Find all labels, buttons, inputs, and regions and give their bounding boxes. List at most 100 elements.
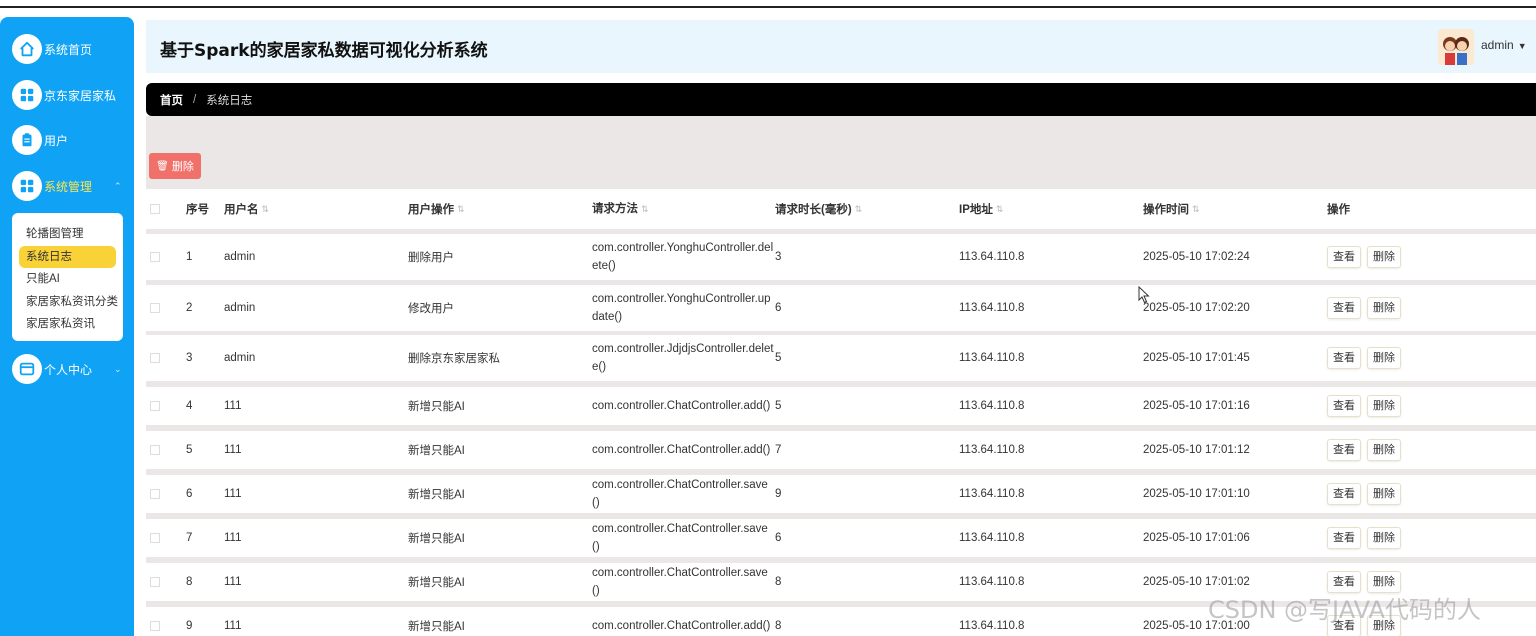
- cell-index: 3: [186, 352, 193, 364]
- submenu-item-news[interactable]: 家居家私资讯: [12, 313, 123, 336]
- header-method[interactable]: 请求方法 ⇅: [592, 189, 774, 229]
- cell-operation: 新增只能AI: [408, 489, 465, 501]
- cell-method: com.controller.YonghuController.delete(): [592, 242, 774, 272]
- cell-time: 2025-05-10 17:01:45: [1143, 352, 1250, 364]
- row-delete-button[interactable]: 删除: [1367, 527, 1401, 549]
- cell-time: 2025-05-10 17:02:20: [1143, 302, 1250, 314]
- row-checkbox[interactable]: [150, 401, 160, 411]
- table-row: 4 111 新增只能AI com.controller.ChatController.…: [146, 387, 1536, 425]
- table-row: 1 admin 删除用户 com.controller.YonghuControlle…: [146, 234, 1536, 280]
- cell-username: 111: [224, 620, 242, 632]
- cell-ip: 113.64.110.8: [959, 532, 1025, 544]
- clipboard-icon: [12, 125, 42, 155]
- breadcrumb-separator: /: [193, 93, 197, 106]
- trash-icon: 🗑: [156, 160, 169, 172]
- grid-icon: [12, 171, 42, 201]
- cell-username: admin: [224, 251, 256, 263]
- header-username[interactable]: 用户名 ⇅: [224, 189, 269, 229]
- sidebar-item-system-management[interactable]: 系统管理 ⌃: [12, 171, 122, 201]
- row-checkbox[interactable]: [150, 489, 160, 499]
- row-checkbox[interactable]: [150, 353, 160, 363]
- cell-time: 2025-05-10 17:01:10: [1143, 488, 1250, 500]
- cell-actions: 查看 删除: [1327, 475, 1407, 513]
- breadcrumb: 首页 / 系统日志: [146, 83, 1536, 116]
- cell-duration: 8: [775, 576, 782, 588]
- cell-method: com.controller.ChatController.save(): [592, 567, 768, 597]
- view-button[interactable]: 查看: [1327, 246, 1361, 268]
- cell-index: 4: [186, 400, 193, 412]
- sidebar-item-users[interactable]: 用户: [12, 125, 68, 155]
- system-management-submenu: 轮播图管理 系统日志 只能AI 家居家私资讯分类 家居家私资讯: [12, 213, 123, 341]
- cell-username: 111: [224, 576, 242, 588]
- row-delete-button[interactable]: 删除: [1367, 439, 1401, 461]
- mouse-cursor-icon: [1138, 285, 1150, 307]
- view-button[interactable]: 查看: [1327, 483, 1361, 505]
- header-ip[interactable]: IP地址 ⇅: [959, 189, 1003, 229]
- header-operation[interactable]: 用户操作 ⇅: [408, 189, 465, 229]
- sidebar-item-label: 个人中心: [44, 362, 93, 377]
- cell-operation: 新增只能AI: [408, 445, 465, 457]
- view-button[interactable]: 查看: [1327, 347, 1361, 369]
- sidebar-item-label: 系统首页: [44, 42, 93, 57]
- header-actions: 操作: [1327, 204, 1350, 216]
- view-button[interactable]: 查看: [1327, 395, 1361, 417]
- cell-index: 2: [186, 302, 193, 314]
- user-menu[interactable]: admin ▼: [1481, 38, 1527, 52]
- sidebar-item-label: 京东家居家私: [44, 88, 117, 103]
- cell-method: com.controller.JdjdjsController.delete(): [592, 343, 774, 373]
- row-delete-button[interactable]: 删除: [1367, 395, 1401, 417]
- row-checkbox[interactable]: [150, 621, 160, 631]
- sidebar-item-personal-center[interactable]: 个人中心 ⌄: [12, 354, 122, 384]
- table-row: 3 admin 删除京东家居家私 com.controller.JdjdjsContr…: [146, 335, 1536, 381]
- breadcrumb-home[interactable]: 首页: [160, 92, 183, 108]
- cell-operation: 修改用户: [408, 303, 454, 315]
- cell-actions: 查看 删除: [1327, 234, 1407, 280]
- table-row: 6 111 新增只能AI com.controller.ChatController.…: [146, 475, 1536, 513]
- row-delete-button[interactable]: 删除: [1367, 246, 1401, 268]
- avatar[interactable]: [1438, 29, 1474, 65]
- submenu-item-ai[interactable]: 只能AI: [12, 268, 123, 291]
- cell-ip: 113.64.110.8: [959, 302, 1025, 314]
- cell-duration: 6: [775, 302, 782, 314]
- row-delete-button[interactable]: 删除: [1367, 297, 1401, 319]
- cell-operation: 新增只能AI: [408, 577, 465, 589]
- submenu-item-system-log[interactable]: 系统日志: [19, 245, 116, 268]
- sort-icon: ⇅: [261, 203, 270, 214]
- sidebar: 系统首页 京东家居家私 用户 系统管理 ⌃ 轮播图管理 系统日志 只能AI 家居…: [0, 17, 134, 636]
- cell-duration: 8: [775, 620, 782, 632]
- batch-delete-button[interactable]: 🗑 删除: [149, 153, 201, 179]
- cell-time: 2025-05-10 17:01:12: [1143, 444, 1250, 456]
- select-all-checkbox[interactable]: [150, 204, 160, 214]
- sort-icon: ⇅: [995, 203, 1004, 214]
- cell-duration: 6: [775, 532, 782, 544]
- cell-ip: 113.64.110.8: [959, 251, 1025, 263]
- row-delete-button[interactable]: 删除: [1367, 347, 1401, 369]
- grid-icon: [12, 80, 42, 110]
- row-checkbox[interactable]: [150, 445, 160, 455]
- view-button[interactable]: 查看: [1327, 439, 1361, 461]
- cell-time: 2025-05-10 17:01:16: [1143, 400, 1250, 412]
- row-delete-button[interactable]: 删除: [1367, 483, 1401, 505]
- cell-duration: 9: [775, 488, 782, 500]
- row-checkbox[interactable]: [150, 303, 160, 313]
- view-button[interactable]: 查看: [1327, 527, 1361, 549]
- sidebar-item-jd-furniture[interactable]: 京东家居家私: [12, 80, 116, 110]
- submenu-item-news-category[interactable]: 家居家私资讯分类: [12, 291, 123, 314]
- header-time[interactable]: 操作时间 ⇅: [1143, 189, 1200, 229]
- row-checkbox[interactable]: [150, 533, 160, 543]
- cell-ip: 113.64.110.8: [959, 576, 1025, 588]
- cell-time: 2025-05-10 17:01:06: [1143, 532, 1250, 544]
- cell-duration: 5: [775, 400, 782, 412]
- sort-icon: ⇅: [457, 203, 465, 214]
- watermark: CSDN @写JAVA代码的人: [1208, 596, 1481, 624]
- home-icon: [12, 34, 42, 64]
- header-duration[interactable]: 请求时长(毫秒) ⇅: [775, 189, 862, 229]
- submenu-item-carousel[interactable]: 轮播图管理: [12, 223, 123, 246]
- sidebar-item-home[interactable]: 系统首页: [12, 34, 92, 64]
- chevron-down-icon: ⌄: [114, 363, 122, 374]
- cell-time: 2025-05-10 17:02:24: [1143, 251, 1250, 263]
- row-checkbox[interactable]: [150, 252, 160, 262]
- chevron-up-icon: ⌃: [114, 180, 122, 191]
- row-checkbox[interactable]: [150, 577, 160, 587]
- view-button[interactable]: 查看: [1327, 297, 1361, 319]
